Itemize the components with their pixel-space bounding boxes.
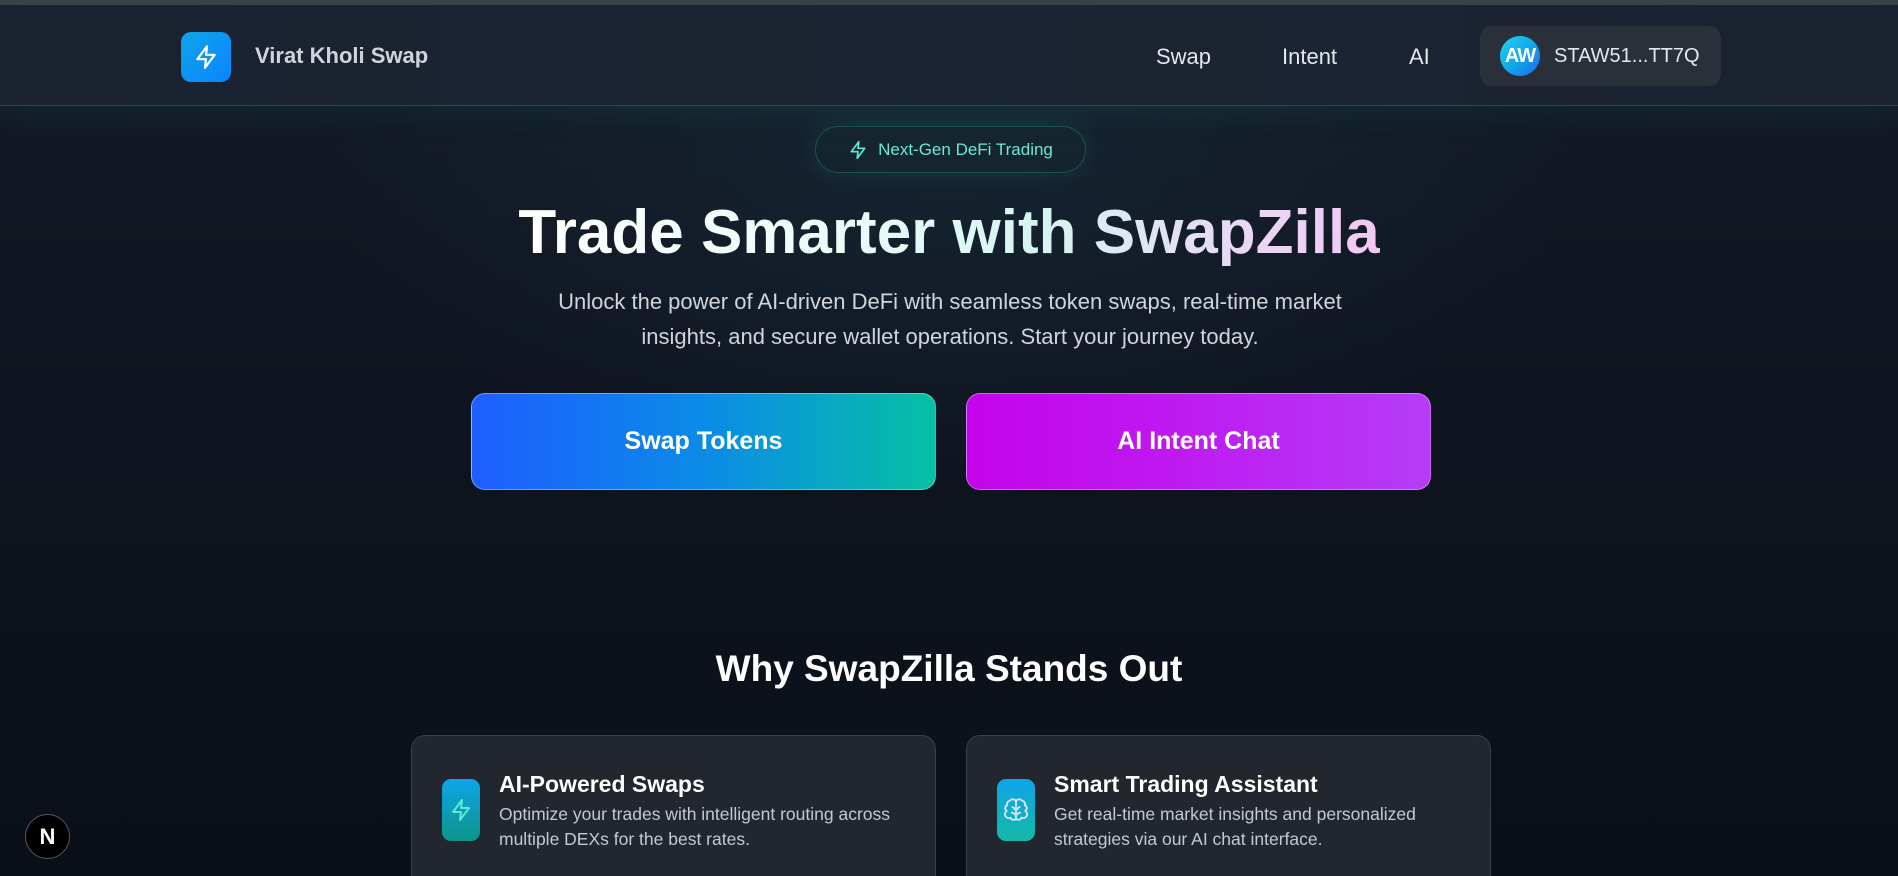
lightning-icon xyxy=(850,140,866,159)
hero-title: Trade Smarter with SwapZilla xyxy=(0,196,1898,270)
wallet-avatar: AW xyxy=(1500,36,1540,76)
lightning-icon xyxy=(196,45,216,69)
ai-intent-chat-button[interactable]: AI Intent Chat xyxy=(966,393,1431,490)
feature-card-ai-swaps: AI-Powered Swaps Optimize your trades wi… xyxy=(411,735,936,876)
feature-title: AI-Powered Swaps xyxy=(499,771,705,797)
top-navbar: Virat Kholi Swap Swap Intent AI AW STAW5… xyxy=(0,5,1898,106)
hero-badge-text: Next-Gen DeFi Trading xyxy=(878,139,1053,159)
brand-name[interactable]: Virat Kholi Swap xyxy=(255,43,428,69)
nextjs-dev-badge[interactable]: N xyxy=(25,814,70,859)
feature-title: Smart Trading Assistant xyxy=(1054,771,1318,797)
features-title: Why SwapZilla Stands Out xyxy=(715,648,1183,689)
feature-description: Get real-time market insights and person… xyxy=(1054,804,1416,849)
hero-subtitle: Unlock the power of AI-driven DeFi with … xyxy=(558,289,1342,349)
swap-tokens-button[interactable]: Swap Tokens xyxy=(471,393,936,490)
feature-icon-box xyxy=(442,779,480,841)
nav-link-intent[interactable]: Intent xyxy=(1282,44,1337,70)
hero-badge: Next-Gen DeFi Trading xyxy=(815,126,1086,173)
feature-icon-box xyxy=(997,779,1035,841)
wallet-button[interactable]: AW STAW51...TT7Q xyxy=(1480,26,1721,86)
wallet-address: STAW51...TT7Q xyxy=(1554,44,1700,67)
brain-icon xyxy=(1004,798,1028,821)
nav-link-swap[interactable]: Swap xyxy=(1156,44,1211,70)
hero-title-text: Trade Smarter with SwapZilla xyxy=(518,198,1380,267)
feature-description: Optimize your trades with intelligent ro… xyxy=(499,804,891,849)
feature-card-trading-assistant: Smart Trading Assistant Get real-time ma… xyxy=(966,735,1491,876)
brand-logo[interactable] xyxy=(181,32,231,82)
lightning-icon xyxy=(452,799,470,821)
nav-link-ai[interactable]: AI xyxy=(1409,44,1430,70)
